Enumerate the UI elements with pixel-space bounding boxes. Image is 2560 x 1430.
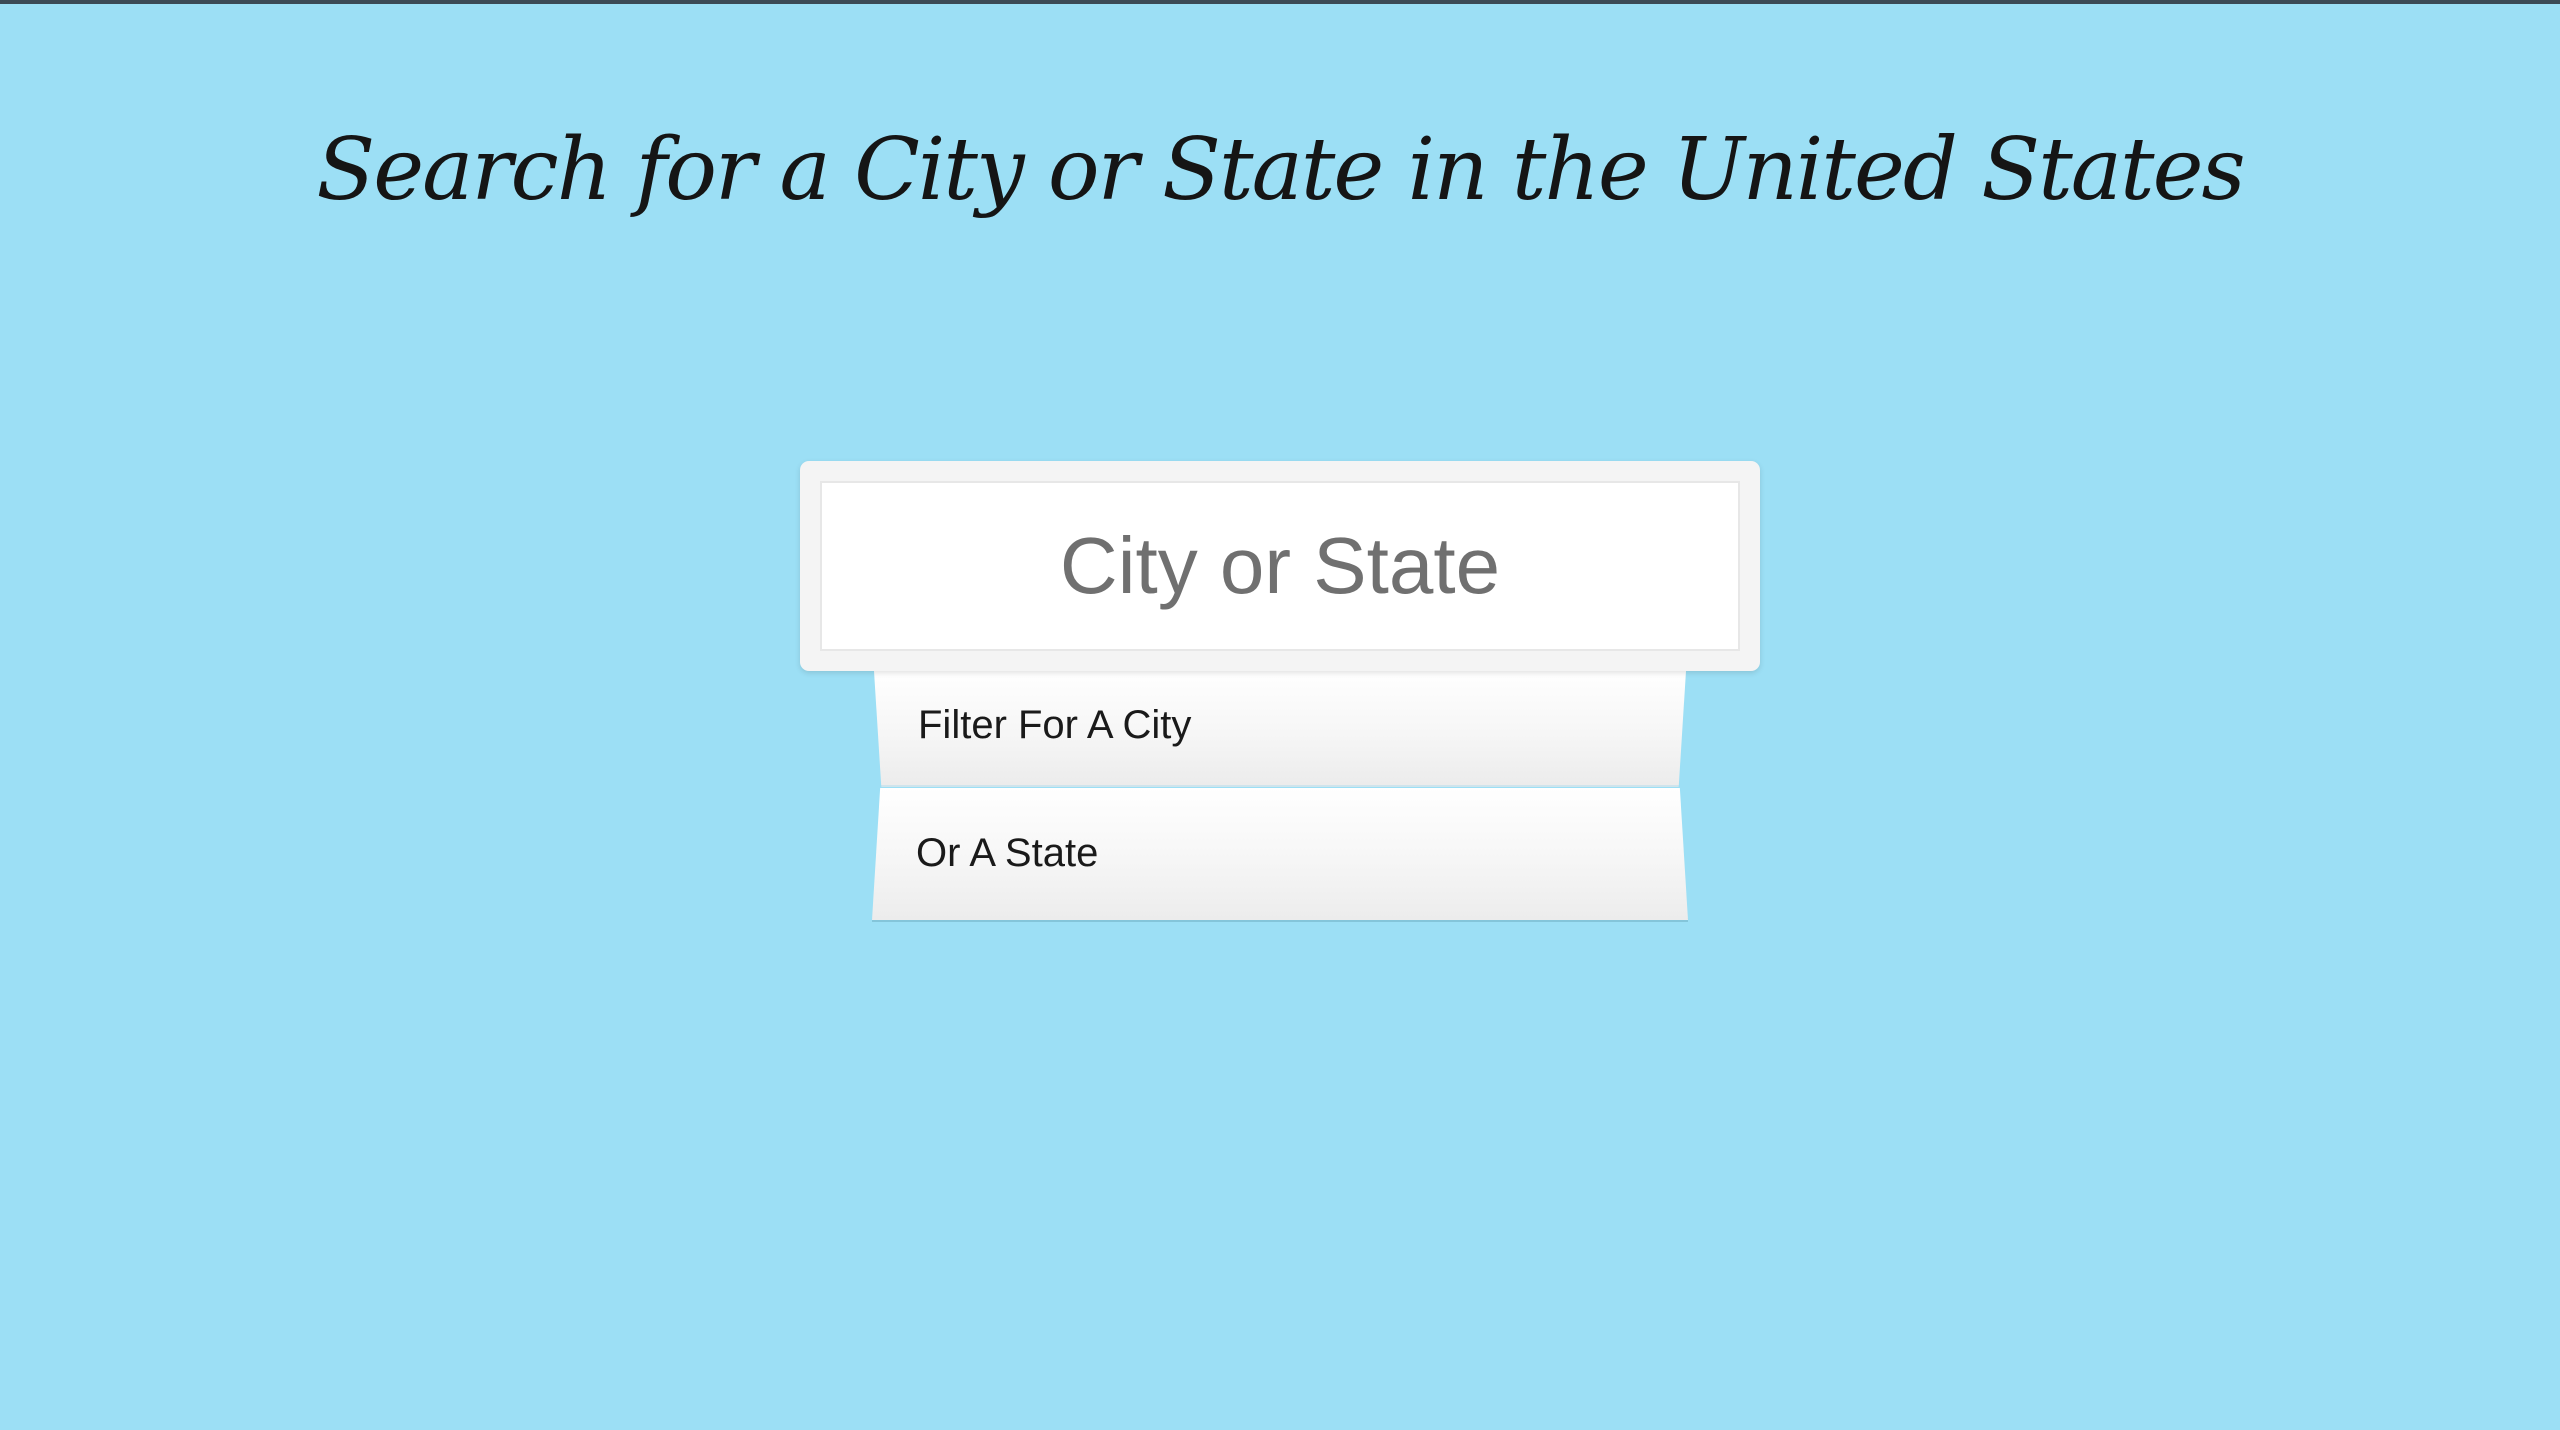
top-border [0, 0, 2560, 4]
page-title: Search for a City or State in the United… [316, 120, 2245, 220]
suggestion-or-state[interactable]: Or A State [872, 788, 1688, 920]
search-input[interactable] [820, 481, 1740, 651]
search-card [800, 461, 1760, 671]
suggestion-filter-city[interactable]: Filter For A City [874, 671, 1686, 787]
